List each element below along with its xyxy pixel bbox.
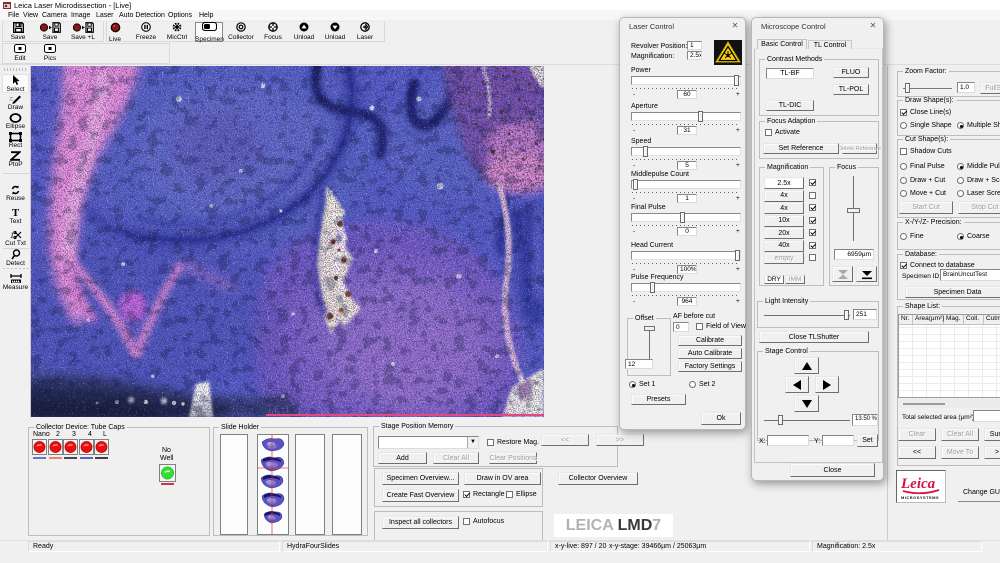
svg-text:MICROSYSTEMS: MICROSYSTEMS <box>901 495 939 500</box>
svg-text:Leica: Leica <box>900 476 936 492</box>
svg-text:1: 1 <box>10 231 14 240</box>
